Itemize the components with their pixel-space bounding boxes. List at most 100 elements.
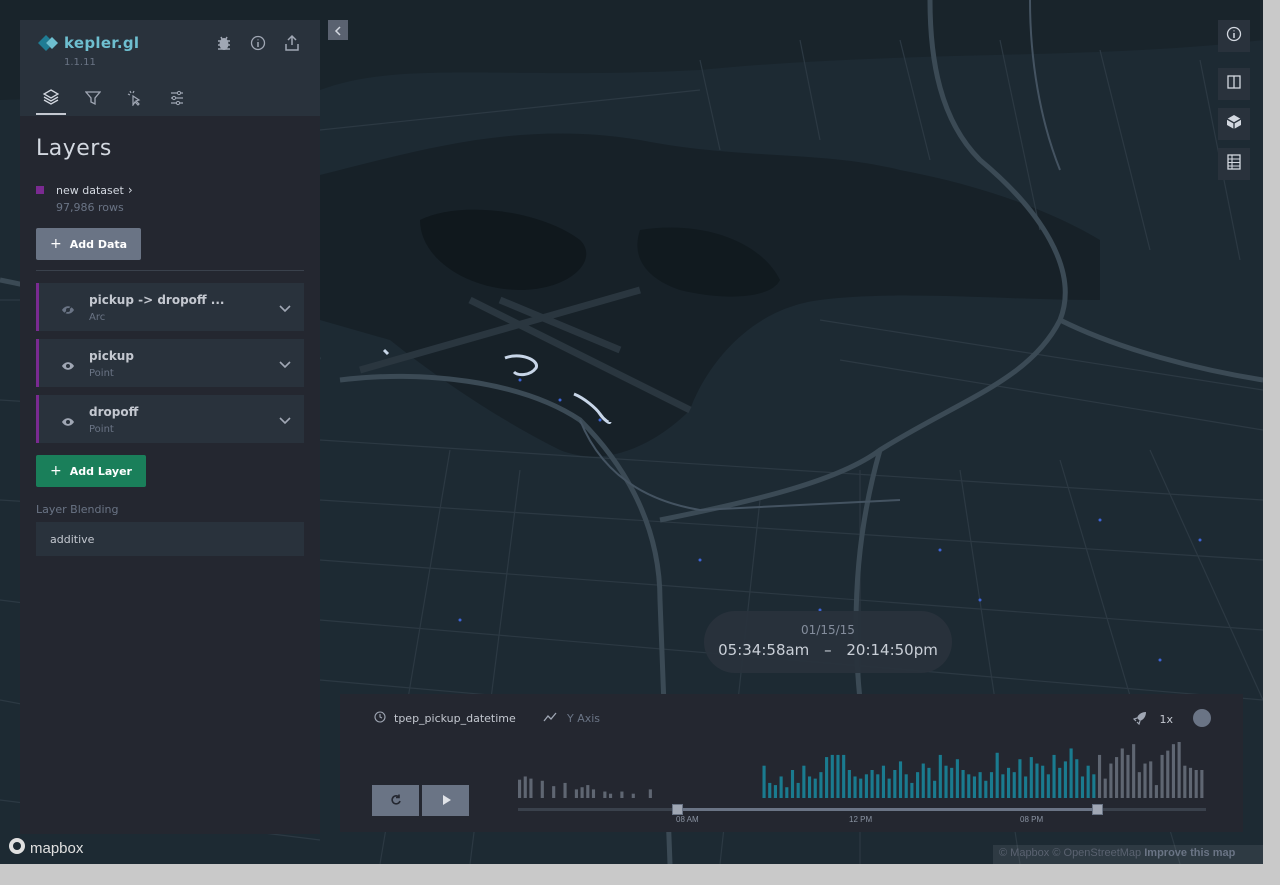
time-slider-range — [677, 808, 1097, 811]
histogram-bar — [523, 776, 527, 798]
histogram-bar — [802, 765, 806, 798]
histogram-bar — [540, 780, 544, 798]
tab-layers[interactable] — [36, 84, 66, 115]
histogram-bar — [620, 791, 624, 798]
add-data-label: Add Data — [69, 237, 128, 251]
eye-icon[interactable] — [61, 357, 75, 370]
add-layer-label: Add Layer — [69, 464, 132, 478]
eye-icon[interactable] — [61, 413, 75, 426]
legend-icon — [1226, 154, 1242, 174]
layer-item-pickup[interactable]: pickup Point — [36, 339, 304, 387]
histogram-bar — [984, 780, 988, 798]
play-icon — [440, 791, 452, 810]
histogram-bar — [1018, 759, 1022, 798]
chevron-right-icon: › — [127, 183, 133, 197]
split-map-button[interactable] — [1218, 68, 1250, 100]
histogram-bar — [1063, 761, 1067, 798]
histogram-bar — [1132, 744, 1136, 798]
layer-name: pickup -> dropoff ... — [89, 293, 225, 307]
time-field-name: tpep_pickup_datetime — [394, 712, 516, 725]
histogram-bar — [552, 786, 556, 798]
histogram-bar — [881, 765, 886, 798]
histogram-bar — [1177, 742, 1181, 798]
chevron-down-icon[interactable] — [278, 356, 292, 370]
plus-icon: + — [50, 236, 62, 252]
layer-blending-label: Layer Blending — [36, 503, 119, 516]
histogram-bar — [1200, 770, 1204, 798]
collapse-panel-button[interactable] — [328, 20, 348, 40]
time-histogram — [518, 742, 1204, 798]
panel-title: Layers — [36, 136, 112, 161]
play-button[interactable] — [422, 785, 469, 816]
time-range: 05:34:58am – 20:14:50pm — [704, 641, 952, 659]
layer-item-arc[interactable]: pickup -> dropoff ... Arc — [36, 283, 304, 331]
chevron-down-icon[interactable] — [278, 300, 292, 314]
histogram-bar — [1166, 750, 1170, 798]
dataset-name: new dataset — [56, 183, 124, 197]
layer-item-dropoff[interactable]: dropoff Point — [36, 395, 304, 443]
layer-blending-select[interactable]: additive — [36, 522, 304, 556]
histogram-bar — [608, 793, 613, 798]
histogram-bar — [910, 782, 914, 798]
histogram-bar — [518, 779, 522, 798]
dataset-item[interactable]: new dataset › — [36, 183, 304, 197]
add-data-button[interactable]: + Add Data — [36, 228, 142, 260]
playback-speed-control[interactable]: 1x — [1133, 711, 1173, 728]
histogram-bar — [938, 754, 942, 798]
filter-icon — [84, 90, 102, 110]
histogram-bar — [762, 765, 766, 798]
eye-hidden-icon[interactable] — [61, 301, 75, 316]
kepler-logo: kepler.gl — [36, 34, 139, 52]
histogram-bar — [876, 774, 880, 798]
y-axis-selector[interactable]: Y Axis — [543, 711, 600, 726]
dataset-row-count: 97,986 rows — [56, 201, 124, 214]
time-tick-label: 12 PM — [849, 815, 873, 824]
time-field-selector[interactable]: tpep_pickup_datetime — [374, 711, 516, 726]
histogram-bar — [648, 789, 652, 798]
3d-view-button[interactable] — [1218, 108, 1250, 140]
chevron-down-icon[interactable] — [278, 412, 292, 426]
histogram-bar — [944, 765, 948, 798]
bug-icon[interactable] — [216, 34, 232, 52]
y-axis-label: Y Axis — [567, 712, 601, 725]
histogram-bar — [1052, 754, 1056, 798]
cursor-click-icon — [127, 90, 143, 110]
tab-map-settings[interactable] — [162, 84, 192, 115]
histogram-bar — [1137, 772, 1141, 798]
histogram-bar — [995, 752, 999, 798]
histogram-bar — [1006, 767, 1011, 798]
histogram-bar — [933, 780, 937, 798]
histogram-bar — [529, 778, 533, 798]
tab-interactions[interactable] — [120, 84, 150, 115]
histogram-bar — [773, 785, 777, 798]
improve-map-link[interactable]: Improve this map — [1144, 847, 1235, 859]
time-slider-start-handle[interactable] — [672, 804, 683, 815]
time-slider-end-handle[interactable] — [1092, 804, 1103, 815]
histogram-bar — [1012, 772, 1016, 798]
histogram-bar — [1160, 754, 1164, 798]
histogram-bar — [1029, 757, 1033, 798]
time-tick-label: 08 PM — [1020, 815, 1044, 824]
time-playback-panel: tpep_pickup_datetime Y Axis 1x 08 AM 12 … — [340, 694, 1243, 832]
legend-button[interactable] — [1218, 148, 1250, 180]
share-icon[interactable] — [284, 34, 300, 52]
clock-icon — [374, 711, 386, 726]
tab-filters[interactable] — [78, 84, 108, 115]
reset-button[interactable] — [372, 785, 419, 816]
histogram-bar — [898, 761, 903, 798]
histogram-bar — [1086, 765, 1090, 798]
info-icon[interactable] — [250, 34, 266, 52]
histogram-bar — [853, 776, 857, 798]
histogram-bar — [978, 772, 982, 798]
histogram-bar — [1183, 765, 1187, 798]
histogram-bar — [1080, 776, 1085, 798]
histogram-bar — [1069, 748, 1073, 798]
mapbox-label: mapbox — [30, 839, 84, 857]
mapbox-logo[interactable]: mapbox — [8, 837, 83, 859]
histogram-bar — [916, 772, 920, 798]
attribution-text[interactable]: © Mapbox © OpenStreetMap — [999, 847, 1141, 859]
map-info-button[interactable] — [1218, 20, 1250, 52]
timeline-settings-button[interactable] — [1193, 709, 1211, 727]
divider — [36, 270, 304, 271]
add-layer-button[interactable]: + Add Layer — [36, 455, 146, 487]
